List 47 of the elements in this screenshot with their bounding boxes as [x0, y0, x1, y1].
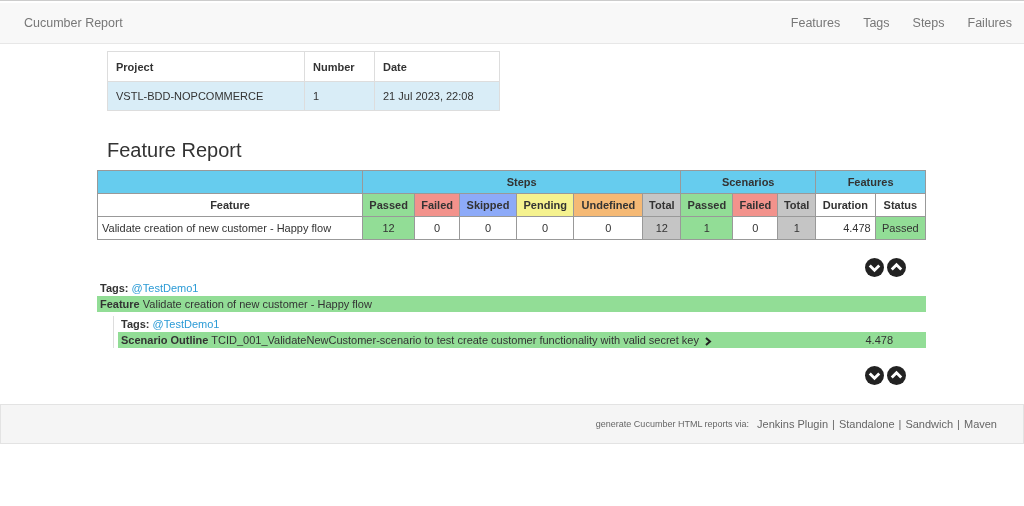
footer-link[interactable]: Maven — [963, 418, 997, 430]
item-title: Scenario Outline TCID_001_ValidateNewCustomer-scenario to test create customer functionality with valid secret key — [121, 334, 866, 346]
tag-link[interactable]: @TestDemo1 — [152, 318, 220, 330]
footer-text: generate Cucumber HTML reports via: — [595, 419, 750, 429]
chevron-right-icon[interactable] — [704, 336, 712, 346]
nav-link[interactable]: Steps — [912, 16, 945, 30]
chevron-up-icon[interactable] — [887, 366, 906, 385]
table-cell: 1 — [304, 81, 375, 111]
group-header: Scenarios — [680, 170, 816, 194]
chevron-down-icon[interactable] — [865, 258, 884, 277]
table-cell: 21 Jul 2023, 22:08 — [374, 81, 500, 111]
group-header: Steps — [362, 170, 681, 194]
footer-link[interactable]: Sandwich — [905, 418, 954, 430]
column-header: Project — [107, 51, 305, 82]
nav-link[interactable]: Failures — [967, 16, 1012, 30]
section-title: Feature Report — [107, 139, 243, 162]
separator-text: | — [957, 418, 960, 430]
table-cell: 0 — [459, 216, 517, 240]
column-header: Duration — [815, 193, 876, 217]
table-cell: 0 — [414, 216, 460, 240]
chevron-down-icon[interactable] — [865, 366, 884, 385]
column-header: Status — [875, 193, 926, 217]
table-cell: VSTL-BDD-NOPCOMMERCE — [107, 81, 305, 111]
chevron-up-icon[interactable] — [887, 258, 906, 277]
tag-link[interactable]: @TestDemo1 — [131, 282, 199, 294]
feature-bar[interactable]: Feature Validate creation of new customer - Happy flow — [97, 296, 926, 312]
scenario-bar[interactable]: Scenario Outline TCID_001_ValidateNewCustomer-scenario to test create customer functionality with valid secret key 4.478 — [118, 332, 926, 348]
table-cell: 0 — [573, 216, 643, 240]
separator-text: | — [832, 418, 835, 430]
nav-link[interactable]: Tags — [863, 16, 890, 30]
tags-label: Tags: — [100, 282, 129, 294]
duration-text: 4.478 — [865, 334, 894, 346]
column-header: Feature — [97, 193, 363, 217]
table-cell: 0 — [732, 216, 778, 240]
table-cell: 4.478 — [815, 216, 876, 240]
table-cell: Validate creation of new customer - Happy flow — [97, 216, 363, 240]
footer-link[interactable]: Standalone — [838, 418, 895, 430]
tags-label: Tags: — [121, 318, 150, 330]
item-title: Feature Validate creation of new customer - Happy flow — [100, 298, 373, 310]
column-header: Number — [304, 51, 375, 82]
table-cell: 0 — [516, 216, 574, 240]
brand-link[interactable]: Cucumber Report — [24, 16, 768, 30]
footer-link[interactable]: Jenkins Plugin — [757, 418, 828, 430]
group-header: Features — [815, 170, 926, 194]
nav-link[interactable]: Features — [790, 16, 841, 30]
column-header: Date — [374, 51, 500, 82]
separator-text: | — [898, 418, 902, 430]
